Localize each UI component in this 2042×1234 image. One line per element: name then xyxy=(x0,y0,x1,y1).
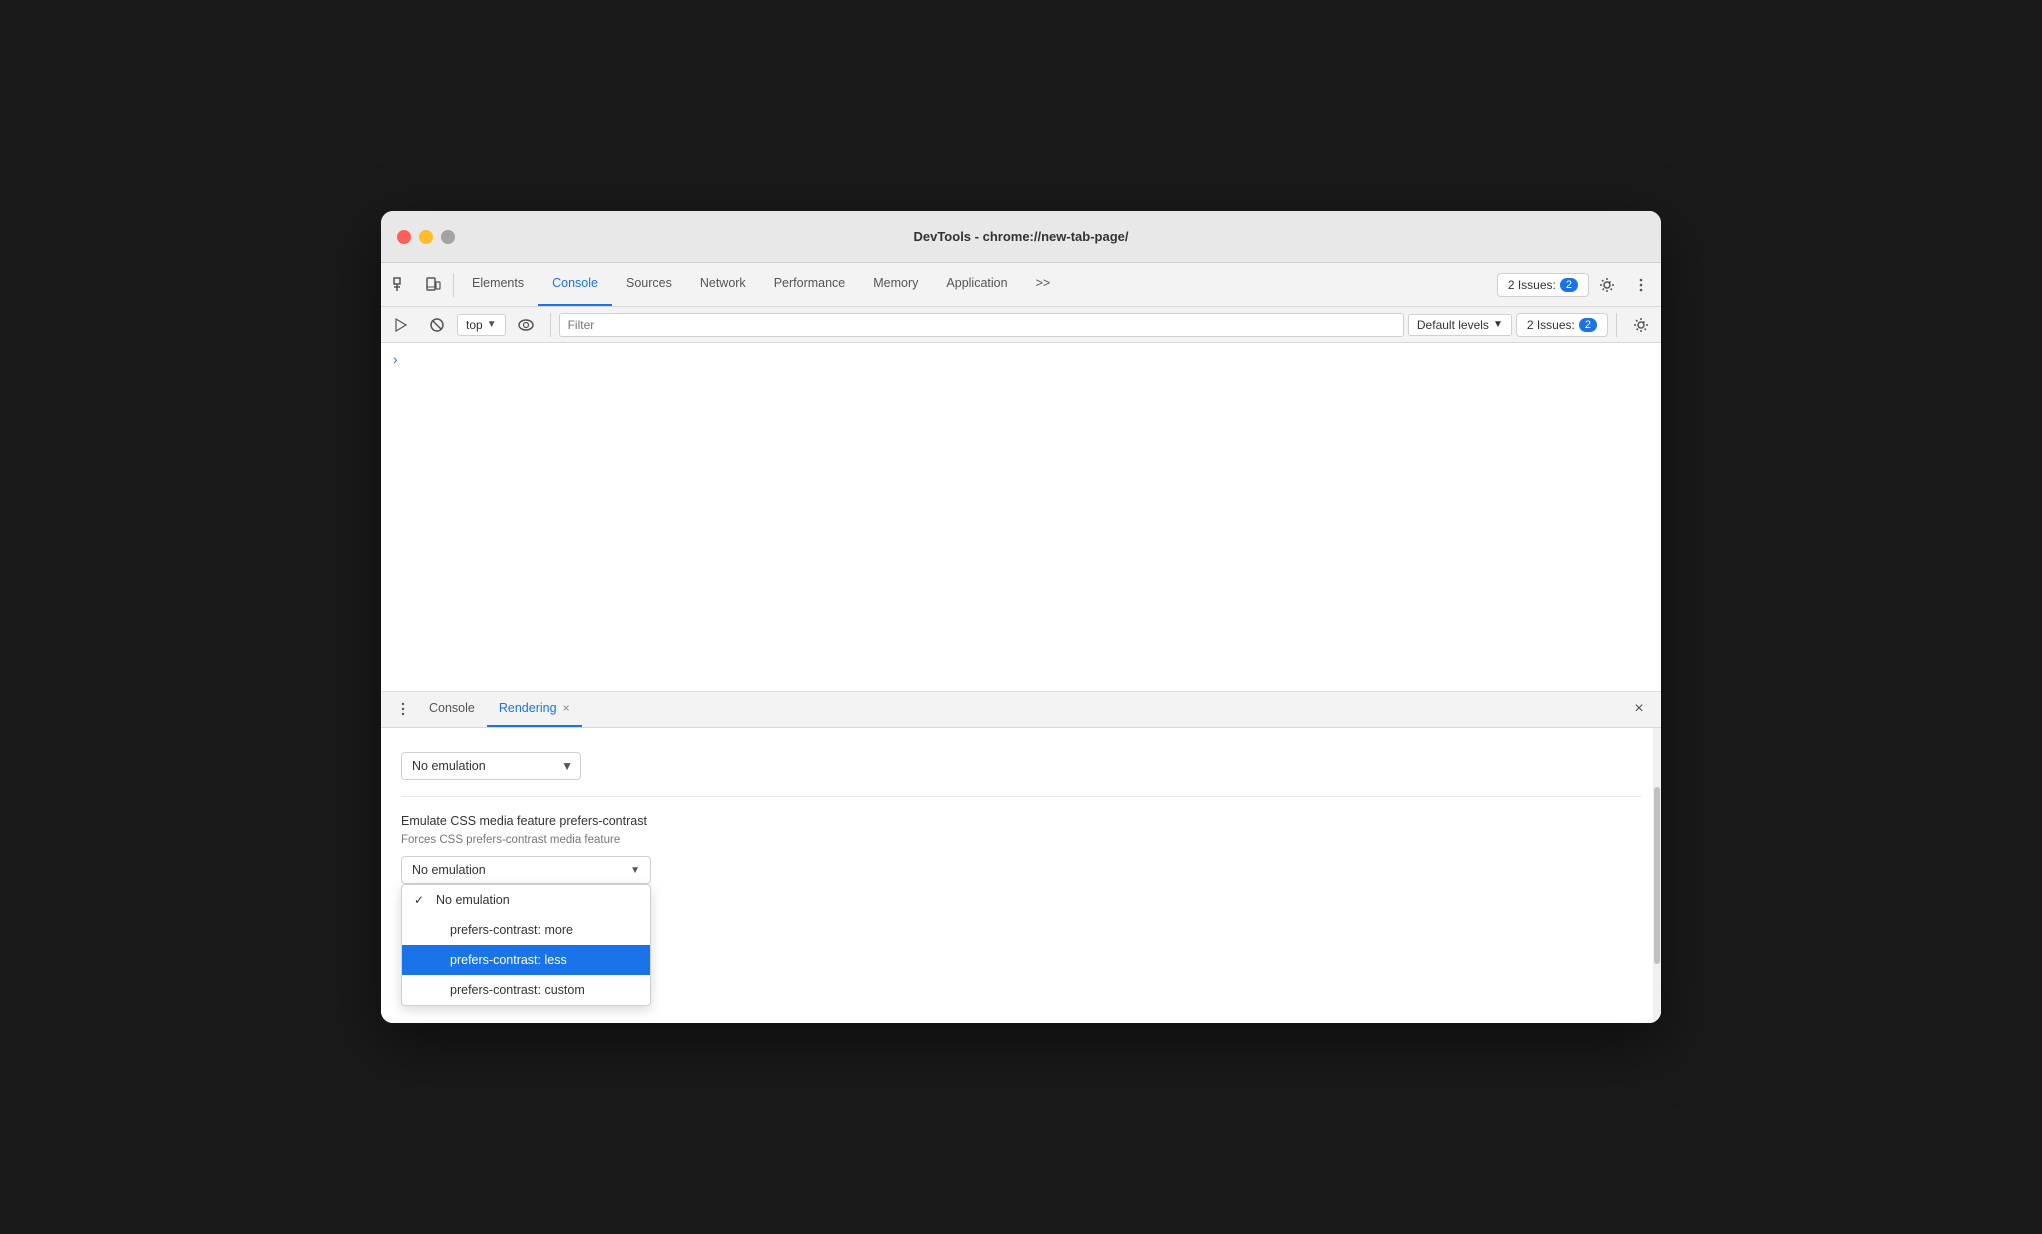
dropdown-item-more[interactable]: prefers-contrast: more xyxy=(402,915,650,945)
settings-separator xyxy=(1616,313,1617,337)
tab-performance[interactable]: Performance xyxy=(760,262,860,306)
top-toolbar: Elements Console Sources Network Perform… xyxy=(381,263,1661,307)
tab-memory[interactable]: Memory xyxy=(859,262,932,306)
first-dropdown-wrapper: No emulation ▼ xyxy=(401,752,581,780)
window-title: DevTools - chrome://new-tab-page/ xyxy=(913,229,1128,244)
tab-network[interactable]: Network xyxy=(686,262,760,306)
tab-elements[interactable]: Elements xyxy=(458,262,538,306)
inspector-icon-button[interactable] xyxy=(385,269,417,301)
device-toolbar-icon-button[interactable] xyxy=(417,269,449,301)
close-drawer-icon: × xyxy=(1634,700,1643,718)
prefers-contrast-dropdown-label: No emulation xyxy=(412,863,486,877)
tab-console[interactable]: Console xyxy=(538,262,612,306)
tab-more[interactable]: >> xyxy=(1022,262,1065,306)
traffic-lights xyxy=(397,230,455,244)
prefers-contrast-subtitle: Forces CSS prefers-contrast media featur… xyxy=(401,832,1641,848)
close-rendering-tab-icon[interactable]: × xyxy=(563,701,570,715)
bottom-tab-console-label: Console xyxy=(429,701,475,715)
close-drawer-icon-button[interactable]: × xyxy=(1625,695,1653,723)
prefers-contrast-dropdown-container: No emulation ▼ No emulation prefer xyxy=(401,856,1641,884)
prefers-contrast-dropdown-arrow-icon: ▼ xyxy=(630,865,640,876)
live-expressions-icon-button[interactable] xyxy=(510,309,542,341)
settings-icon-button[interactable] xyxy=(1591,269,1623,301)
main-content-area: › Console xyxy=(381,343,1661,1023)
rendering-panel: No emulation ▼ Emulate CSS media feature… xyxy=(381,728,1661,1024)
minimize-traffic-light[interactable] xyxy=(419,230,433,244)
console-prompt: › xyxy=(393,351,1649,367)
frame-selector-label: top xyxy=(466,318,483,332)
bottom-tab-console[interactable]: Console xyxy=(417,692,487,728)
scrollbar-thumb[interactable] xyxy=(1654,787,1660,964)
frame-selector-arrow: ▼ xyxy=(487,319,497,330)
prompt-arrow-icon: › xyxy=(393,351,398,367)
frame-selector[interactable]: top ▼ xyxy=(457,314,506,336)
default-levels-button[interactable]: Default levels ▼ xyxy=(1408,314,1512,336)
zoom-traffic-light[interactable] xyxy=(441,230,455,244)
dropdown-item-less-label: prefers-contrast: less xyxy=(450,953,567,967)
issues-label: 2 Issues: xyxy=(1508,278,1556,292)
run-script-icon-button[interactable] xyxy=(385,309,417,341)
console-settings-icon-button[interactable] xyxy=(1625,309,1657,341)
issues-badge: 2 xyxy=(1560,278,1578,292)
first-dropdown[interactable]: No emulation xyxy=(401,752,581,780)
devtools-body: Elements Console Sources Network Perform… xyxy=(381,263,1661,1023)
bottom-drawer: Console Rendering × × xyxy=(381,692,1661,1024)
more-options-icon-button[interactable] xyxy=(1625,269,1657,301)
prefers-contrast-dropdown-trigger[interactable]: No emulation ▼ xyxy=(401,856,651,884)
toolbar-issues-button[interactable]: 2 Issues: 2 xyxy=(1516,313,1608,337)
console-output-area: › xyxy=(381,343,1661,692)
filter-separator xyxy=(550,313,551,337)
dropdown-item-more-label: prefers-contrast: more xyxy=(450,923,573,937)
toolbar-issues-badge: 2 xyxy=(1579,318,1597,332)
tabs-container: Elements Console Sources Network Perform… xyxy=(458,263,1497,306)
filter-input[interactable] xyxy=(559,313,1404,337)
prefers-contrast-section: Emulate CSS media feature prefers-contra… xyxy=(401,813,1641,885)
issues-button[interactable]: 2 Issues: 2 xyxy=(1497,273,1589,297)
dropdown-item-less[interactable]: prefers-contrast: less xyxy=(402,945,650,975)
dropdown-item-no-emulation[interactable]: No emulation xyxy=(402,885,650,915)
section-divider-1 xyxy=(401,796,1641,797)
bottom-tabs-bar: Console Rendering × × xyxy=(381,692,1661,728)
prefers-contrast-title: Emulate CSS media feature prefers-contra… xyxy=(401,813,1641,831)
default-levels-label: Default levels xyxy=(1417,318,1489,332)
toolbar-separator xyxy=(453,273,454,297)
tab-sources[interactable]: Sources xyxy=(612,262,686,306)
dropdown-item-custom[interactable]: prefers-contrast: custom xyxy=(402,975,650,1005)
title-bar: DevTools - chrome://new-tab-page/ xyxy=(381,211,1661,263)
dropdown-item-no-emulation-label: No emulation xyxy=(436,893,510,907)
close-traffic-light[interactable] xyxy=(397,230,411,244)
first-section: No emulation ▼ xyxy=(401,744,1641,780)
bottom-tab-rendering[interactable]: Rendering × xyxy=(487,692,582,728)
bottom-tab-rendering-label: Rendering xyxy=(499,701,557,715)
default-levels-arrow: ▼ xyxy=(1493,319,1503,330)
scrollbar[interactable] xyxy=(1653,728,1661,1024)
prefers-contrast-dropdown-menu: No emulation prefers-contrast: more pref… xyxy=(401,884,651,1006)
tab-application[interactable]: Application xyxy=(932,262,1021,306)
drawer-menu-icon-button[interactable] xyxy=(389,695,417,723)
devtools-window: DevTools - chrome://new-tab-page/ xyxy=(381,211,1661,1023)
toolbar-right: 2 Issues: 2 xyxy=(1497,269,1657,301)
console-toolbar: top ▼ Default levels ▼ 2 Issues: xyxy=(381,307,1661,343)
clear-console-icon-button[interactable] xyxy=(421,309,453,341)
dropdown-item-custom-label: prefers-contrast: custom xyxy=(450,983,585,997)
toolbar-issues-label: 2 Issues: xyxy=(1527,318,1575,332)
